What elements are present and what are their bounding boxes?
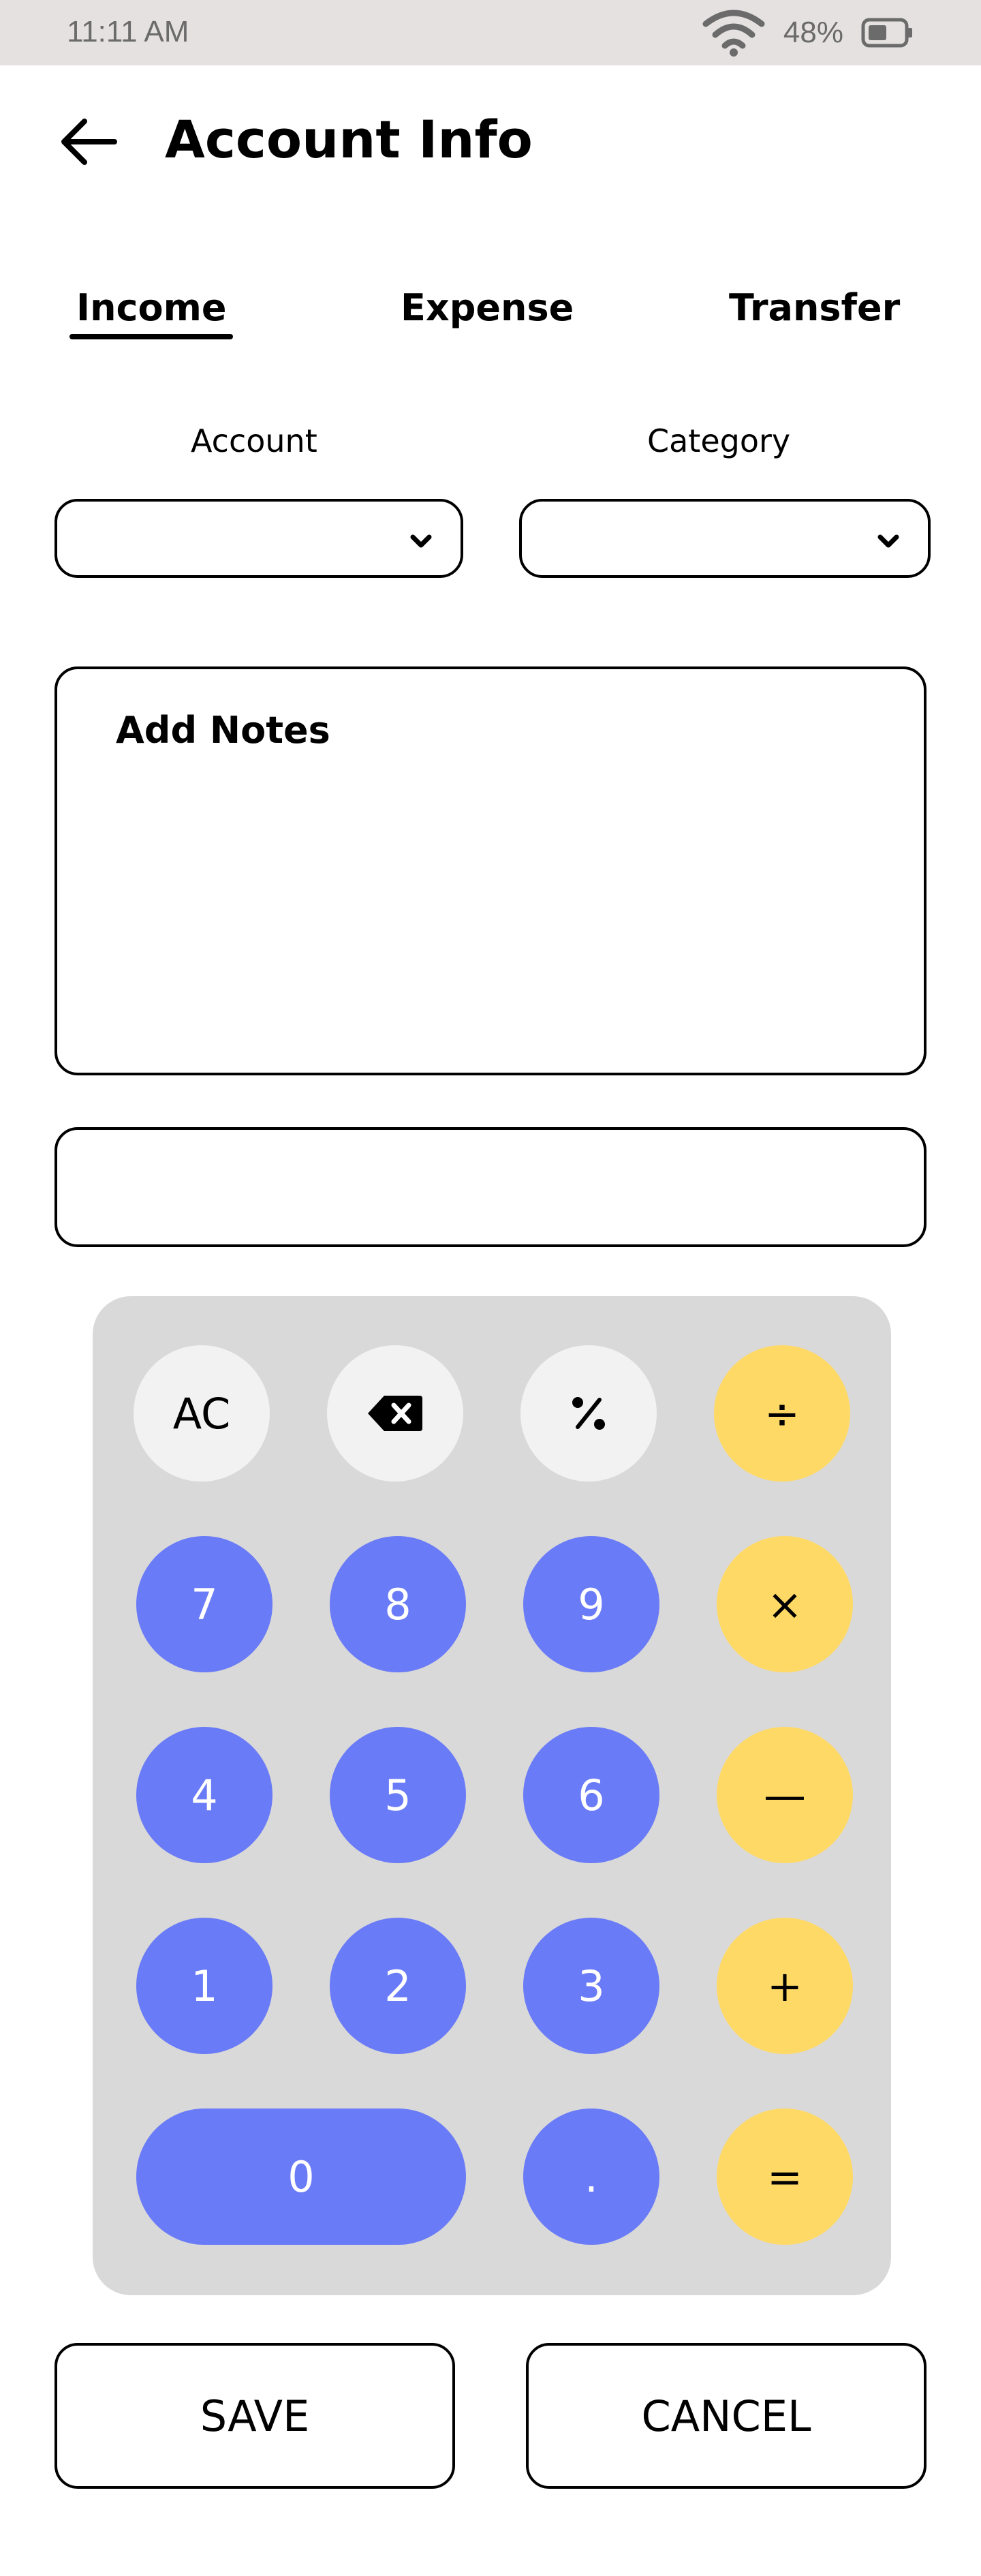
key-6[interactable]: 6 [523, 1727, 659, 1863]
percent-icon [572, 1397, 605, 1430]
battery-percentage: 48% [783, 16, 843, 49]
cancel-button[interactable]: CANCEL [526, 2343, 926, 2489]
status-bar: 11:11 AM 48% [0, 0, 981, 65]
wifi-icon [702, 10, 765, 57]
backspace-icon [368, 1396, 422, 1431]
amount-input[interactable] [54, 1127, 926, 1247]
backspace-button[interactable] [327, 1345, 463, 1482]
equals-button[interactable]: = [717, 2109, 853, 2245]
key-9[interactable]: 9 [523, 1536, 659, 1672]
account-label: Account [191, 423, 317, 459]
key-7[interactable]: 7 [136, 1536, 272, 1672]
multiply-button[interactable]: × [717, 1536, 853, 1672]
chevron-down-icon [410, 534, 432, 548]
calculator-keypad: AC ÷ 7 8 9 × 4 5 6 — 1 2 3 + 0 . = [93, 1296, 891, 2295]
back-arrow-icon[interactable] [59, 116, 120, 168]
tab-income[interactable]: Income [76, 286, 227, 329]
key-8[interactable]: 8 [330, 1536, 466, 1672]
category-dropdown[interactable] [519, 499, 931, 578]
status-icons: 48% [702, 10, 914, 57]
key-1[interactable]: 1 [136, 1918, 272, 2054]
tab-expense[interactable]: Expense [401, 286, 574, 329]
key-5[interactable]: 5 [330, 1727, 466, 1863]
category-label: Category [647, 423, 791, 459]
minus-button[interactable]: — [717, 1727, 853, 1863]
percent-button[interactable] [520, 1345, 657, 1482]
plus-button[interactable]: + [717, 1918, 853, 2054]
key-0[interactable]: 0 [136, 2109, 466, 2245]
divide-button[interactable]: ÷ [714, 1345, 850, 1482]
account-dropdown[interactable] [54, 499, 463, 578]
decimal-button[interactable]: . [523, 2109, 659, 2245]
page-title: Account Info [165, 109, 533, 170]
save-button[interactable]: SAVE [54, 2343, 455, 2489]
tab-transfer[interactable]: Transfer [729, 286, 900, 329]
notes-placeholder: Add Notes [116, 709, 330, 752]
battery-icon [861, 18, 912, 48]
key-2[interactable]: 2 [330, 1918, 466, 2054]
chevron-down-icon [877, 534, 899, 548]
clear-button[interactable]: AC [134, 1345, 270, 1482]
notes-textarea[interactable]: Add Notes [54, 666, 926, 1075]
key-4[interactable]: 4 [136, 1727, 272, 1863]
key-3[interactable]: 3 [523, 1918, 659, 2054]
status-time: 11:11 AM [67, 15, 189, 48]
active-tab-indicator [69, 334, 233, 339]
